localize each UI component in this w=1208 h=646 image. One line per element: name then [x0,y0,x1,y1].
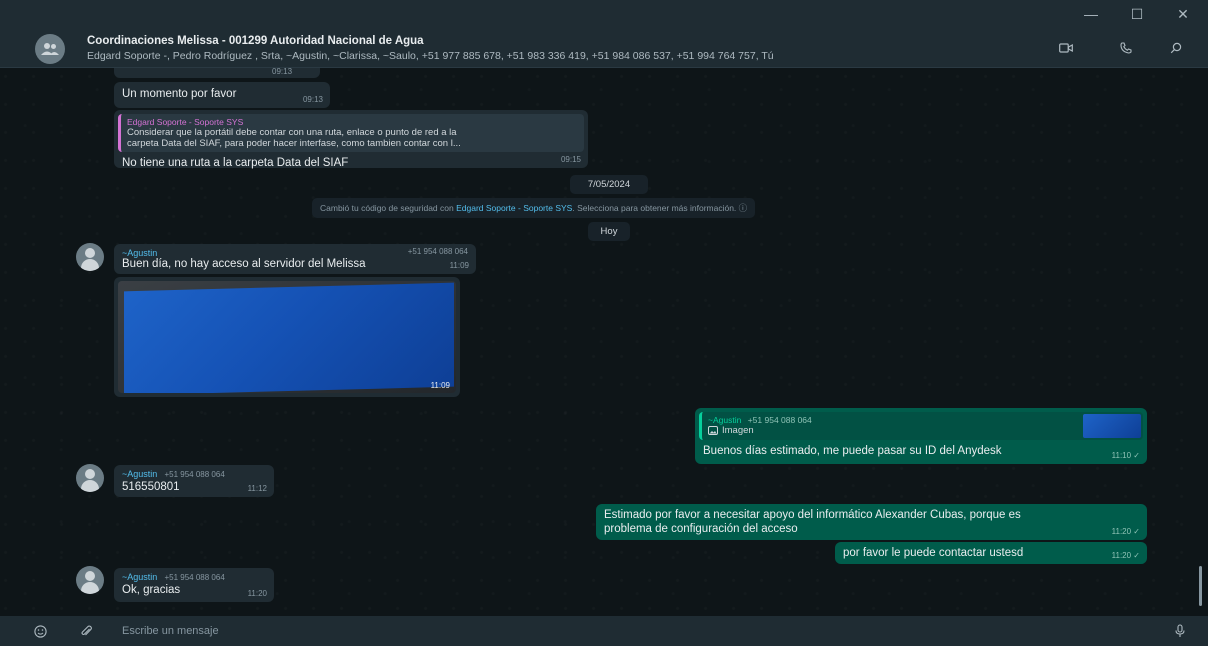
quote-phone: +51 954 088 064 [747,415,812,425]
sender-phone: +51 954 088 064 [164,573,225,582]
message-text: por favor le puede contactar ustesd [843,547,1024,559]
window-titlebar: — ☐ ✕ [0,0,1208,28]
message-time: 09:13 [272,68,293,76]
emoji-button[interactable] [30,621,50,641]
voice-call-button[interactable] [1112,36,1140,60]
quoted-message[interactable]: Edgard Soporte - Soporte SYS Considerar … [118,114,584,152]
chat-title[interactable]: Coordinaciones Melissa - 001299 Autorida… [87,35,424,47]
message-text: Buen día, no hay acceso al servidor del … [122,258,366,270]
chat-scrollbar[interactable] [1199,566,1202,606]
chat-area[interactable]: 09:13 Un momento por favor 09:13 Edgard … [0,68,1208,616]
blue-screen-photo [124,282,454,393]
group-icon [41,43,59,55]
quoted-message[interactable]: ~Agustin +51 954 088 064 Imagen [699,412,1143,440]
message-time: 11:09 [430,381,450,390]
microphone-icon [1175,624,1185,637]
sender-name[interactable]: ~Agustin [122,469,157,479]
quote-sender: ~Agustin [708,415,742,425]
quote-thumbnail [1083,414,1141,438]
system-text: . Selecciona para obtener más informació… [572,203,748,213]
chat-members[interactable]: Edgard Soporte -, Pedro Rodríguez , Srta… [87,50,1027,62]
search-icon [1170,42,1182,54]
security-contact-link[interactable]: Edgard Soporte - Soporte SYS [456,203,572,213]
message-image[interactable]: 11:09 [118,281,456,393]
message-composer: Escribe un mensaje [0,616,1208,646]
video-call-button[interactable] [1052,36,1080,60]
message-text: 516550801 [122,481,180,493]
message-time: 11:10 ✓ [1111,451,1140,460]
quote-sender: Edgard Soporte - Soporte SYS [127,117,244,127]
avatar[interactable] [76,243,104,271]
system-text: Cambió tu código de seguridad con [320,203,457,213]
image-message[interactable]: 11:09 [114,277,460,397]
message-text: Buenos días estimado, me puede pasar su … [703,445,1002,457]
message-time: 11:20 ✓ [1111,527,1140,536]
avatar[interactable] [76,464,104,492]
quote-text: carpeta Data del SIAF, para poder hacer … [127,138,461,149]
sender-name[interactable]: ~Agustin [122,572,157,582]
quote-label: Imagen [722,425,754,436]
message-bubble[interactable]: Estimado por favor a necesitar apoyo del… [596,504,1147,540]
search-button[interactable] [1162,36,1190,60]
sender-name[interactable]: ~Agustin [122,248,157,258]
maximize-button[interactable]: ☐ [1114,0,1160,28]
message-text: Un momento por favor [122,88,237,100]
phone-icon [1120,42,1132,54]
message-time: 11:09 [449,261,469,270]
message-bubble[interactable]: ~Agustin +51 954 088 064 516550801 11:12 [114,465,274,497]
emoji-icon [33,624,47,638]
message-bubble[interactable]: Edgard Soporte - Soporte SYS Considerar … [114,110,588,169]
message-text: Estimado por favor a necesitar apoyo del… [604,509,1021,521]
message-time: 09:15 [560,155,581,164]
date-separator: Hoy [588,222,630,241]
message-input[interactable]: Escribe un mensaje [122,625,219,637]
paperclip-icon [80,625,92,635]
quote-text: Considerar que la portátil debe contar c… [127,127,457,138]
video-icon [1059,43,1073,53]
image-icon [708,426,718,435]
chat-header: Coordinaciones Melissa - 001299 Autorida… [0,28,1208,68]
system-message[interactable]: Cambió tu código de seguridad con Edgard… [312,198,756,218]
message-time: 11:20 ✓ [1111,551,1140,560]
attach-button[interactable] [76,621,96,641]
group-avatar[interactable] [35,34,65,64]
message-text: No tiene una ruta a la carpeta Data del … [122,157,349,169]
message-bubble[interactable]: ~Agustin +51 954 088 064 Ok, gracias 11:… [114,568,274,602]
message-time: 11:12 [247,484,267,493]
sender-phone: +51 954 088 064 [164,470,225,479]
minimize-button[interactable]: — [1068,0,1114,28]
message-bubble[interactable]: 09:13 [114,68,320,78]
voice-note-button[interactable] [1170,621,1190,641]
message-bubble[interactable]: ~Agustin +51 954 088 064 Imagen Buenos d… [695,408,1147,464]
date-separator: 7/05/2024 [570,175,648,194]
message-bubble[interactable]: por favor le puede contactar ustesd 11:2… [835,542,1147,564]
sender-phone: +51 954 088 064 [407,247,468,256]
avatar[interactable] [76,566,104,594]
message-time: 11:20 [247,589,267,598]
message-bubble[interactable]: ~Agustin +51 954 088 064 Buen día, no ha… [114,244,476,274]
message-text: problema de configuración del acceso [604,523,798,535]
close-button[interactable]: ✕ [1160,0,1206,28]
message-bubble[interactable]: Un momento por favor 09:13 [114,82,330,108]
message-text: Ok, gracias [122,584,181,596]
message-time: 09:13 [302,95,323,104]
